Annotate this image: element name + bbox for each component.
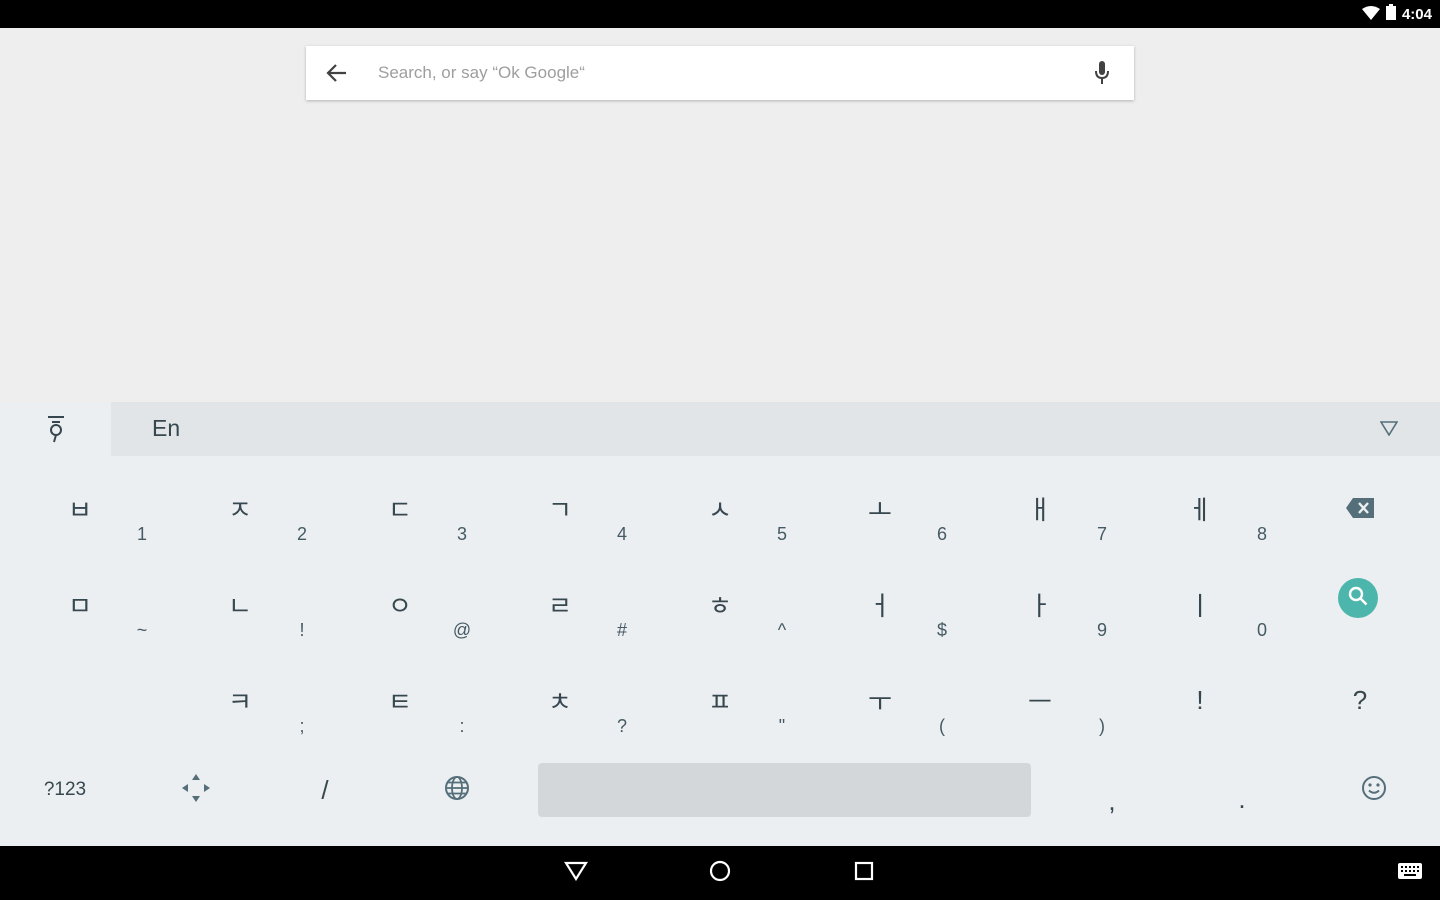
back-triangle-icon	[564, 861, 588, 885]
key-eo[interactable]: ㅓ $	[800, 558, 960, 654]
search-input[interactable]	[368, 63, 1070, 83]
keyboard-icon	[1398, 863, 1422, 883]
cursor-move-key[interactable]	[166, 763, 226, 817]
wifi-icon	[1361, 5, 1380, 24]
period-key[interactable]: .	[1212, 763, 1272, 817]
key-exclamation[interactable]: !	[1120, 654, 1280, 750]
suggestion-bar: En	[0, 402, 1440, 456]
language-switch-key[interactable]	[427, 763, 487, 817]
comma-key[interactable]: ,	[1082, 763, 1142, 817]
nav-back-button[interactable]	[546, 846, 606, 900]
key-e[interactable]: ㅔ8	[1120, 462, 1280, 558]
keyboard-switch-button[interactable]	[1380, 846, 1440, 900]
key-digeut[interactable]: ㄷ3	[320, 462, 480, 558]
key-kieuk[interactable]: ㅋ;	[160, 654, 320, 750]
key-tieut[interactable]: ㅌ:	[320, 654, 480, 750]
battery-icon	[1385, 4, 1396, 24]
key-jieut[interactable]: ㅈ2	[160, 462, 320, 558]
space-bar[interactable]	[538, 763, 1031, 817]
backspace-key[interactable]	[1280, 462, 1440, 558]
key-question[interactable]: ?	[1280, 654, 1440, 750]
search-action-button[interactable]	[1338, 578, 1378, 618]
key-a[interactable]: ㅏ9	[960, 558, 1120, 654]
key-siot[interactable]: ㅅ5	[640, 462, 800, 558]
emoji-key[interactable]	[1344, 763, 1404, 817]
home-circle-icon	[709, 860, 731, 886]
status-bar: 4:04	[0, 0, 1440, 28]
key-mieum[interactable]: ㅁ ~	[0, 558, 160, 654]
key-i[interactable]: ㅣ0	[1120, 558, 1280, 654]
key-o[interactable]: ㅗ6	[800, 462, 960, 558]
key-hieut[interactable]: ㅎ ^	[640, 558, 800, 654]
collapse-triangle-icon[interactable]	[1379, 420, 1400, 438]
key-ae[interactable]: ㅐ7	[960, 462, 1120, 558]
key-eu[interactable]: ㅡ)	[960, 654, 1120, 750]
key-u[interactable]: ㅜ(	[800, 654, 960, 750]
navigation-bar	[0, 846, 1440, 900]
cursor-move-icon	[180, 772, 212, 808]
recents-square-icon	[854, 861, 874, 885]
search-icon	[1348, 586, 1368, 610]
nav-recents-button[interactable]	[834, 846, 894, 900]
slash-key[interactable]: /	[295, 763, 355, 817]
key-ieung[interactable]: ㅇ @	[320, 558, 480, 654]
language-label[interactable]: En	[152, 415, 180, 442]
key-nieun[interactable]: ㄴ!	[160, 558, 320, 654]
search-bar	[306, 46, 1134, 100]
key-pieup[interactable]: ㅍ "	[640, 654, 800, 750]
globe-icon	[444, 775, 470, 805]
key-bieup[interactable]: ㅂ1	[0, 462, 160, 558]
key-rieul[interactable]: ㄹ #	[480, 558, 640, 654]
mic-icon[interactable]	[1070, 46, 1134, 100]
symbols-key[interactable]: ?123	[20, 763, 110, 817]
suggestion-strip: En	[111, 402, 1440, 456]
emoji-icon	[1361, 775, 1387, 805]
status-time: 4:04	[1401, 5, 1432, 23]
backspace-icon	[1340, 488, 1380, 528]
key-giyeok[interactable]: ㄱ4	[480, 462, 640, 558]
key-chieut[interactable]: ㅊ?	[480, 654, 640, 750]
back-arrow-icon[interactable]	[306, 46, 368, 100]
input-mode-icon[interactable]	[0, 402, 111, 456]
nav-home-button[interactable]	[690, 846, 750, 900]
